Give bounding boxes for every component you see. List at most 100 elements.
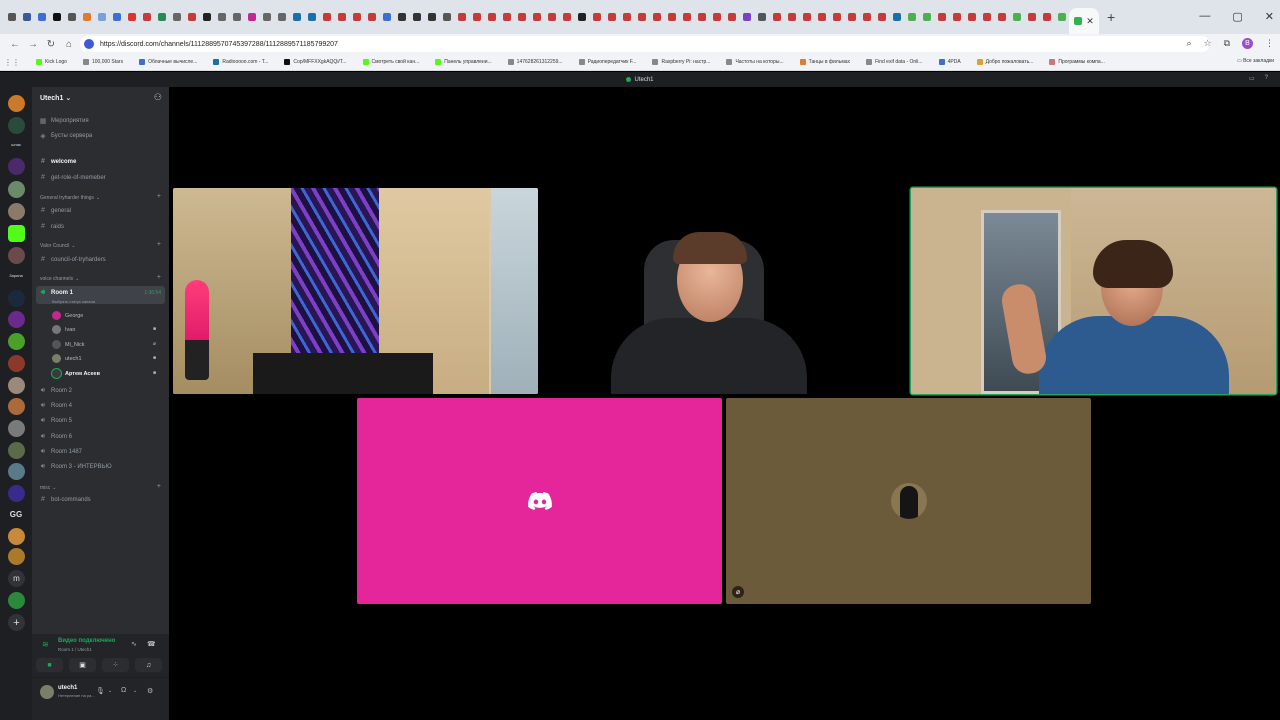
browser-tab[interactable] — [799, 6, 814, 28]
bookmark-item[interactable]: 4PDA — [938, 59, 961, 65]
browser-tab[interactable] — [619, 6, 634, 28]
browser-tab[interactable] — [319, 6, 334, 28]
bookmark-item[interactable]: Программы компа... — [1049, 59, 1105, 65]
browser-tab[interactable] — [394, 6, 409, 28]
channel-room-5[interactable]: 🔊︎ Room 5 — [39, 417, 72, 425]
mic-icon[interactable]: 🎙︎ — [96, 687, 105, 695]
browser-tab-active[interactable]: ✕ — [1069, 8, 1099, 34]
home-icon[interactable]: ⌂ — [60, 39, 78, 50]
participant-tile[interactable] — [357, 398, 722, 604]
server-icon[interactable] — [8, 420, 25, 437]
server-header[interactable]: Utech1 ⌄ ⚇ — [32, 87, 169, 109]
video-tile[interactable] — [559, 188, 924, 394]
channel-council[interactable]: # council-of-tryharders — [39, 256, 106, 263]
browser-tab[interactable] — [274, 6, 289, 28]
create-channel-icon[interactable]: + — [157, 274, 161, 281]
create-channel-icon[interactable]: + — [157, 483, 161, 490]
apps-icon[interactable]: ⋮⋮ — [4, 58, 20, 67]
site-info-icon[interactable] — [84, 39, 94, 49]
extensions-icon[interactable]: ⧉ — [1224, 38, 1230, 49]
channel-general[interactable]: # general — [39, 207, 71, 214]
server-icon[interactable] — [8, 203, 25, 220]
minimize-icon[interactable]: — — [1199, 10, 1210, 23]
browser-tab[interactable] — [79, 6, 94, 28]
voice-user[interactable]: Ivan — [52, 325, 75, 334]
browser-tab[interactable] — [109, 6, 124, 28]
browser-tab[interactable] — [424, 6, 439, 28]
chevron-down-icon[interactable]: ⌄ — [108, 688, 112, 694]
bookmark-item[interactable]: Облачные вычисле... — [139, 59, 197, 65]
browser-tab[interactable] — [694, 6, 709, 28]
browser-tab[interactable] — [169, 6, 184, 28]
server-icon[interactable] — [8, 247, 25, 264]
browser-tab[interactable] — [259, 6, 274, 28]
browser-tab[interactable] — [214, 6, 229, 28]
new-tab-button[interactable]: + — [1107, 9, 1115, 25]
create-channel-icon[interactable]: + — [157, 241, 161, 248]
browser-tab[interactable] — [664, 6, 679, 28]
profile-avatar[interactable]: В — [1242, 38, 1253, 49]
browser-tab[interactable] — [454, 6, 469, 28]
menu-icon[interactable]: ⋮ — [1265, 38, 1274, 49]
server-icon[interactable] — [8, 548, 25, 565]
help-icon[interactable]: ? — [1265, 75, 1268, 82]
voice-user[interactable]: utech1 — [52, 354, 82, 363]
server-icon[interactable] — [8, 528, 25, 545]
bookmark-item[interactable]: Панель управлени... — [435, 59, 492, 65]
browser-tab[interactable] — [364, 6, 379, 28]
bookmark-item[interactable]: 147628261312259... — [507, 59, 563, 65]
browser-tab[interactable] — [739, 6, 754, 28]
browser-tab[interactable] — [754, 6, 769, 28]
address-bar[interactable]: https://discord.com/channels/11128895707… — [80, 36, 1210, 52]
voice-user[interactable]: George — [52, 311, 83, 320]
server-icon[interactable] — [8, 290, 25, 307]
headphones-icon[interactable]: Ω — [121, 687, 126, 694]
gear-icon[interactable]: ⚙ — [147, 687, 153, 695]
channel-status[interactable]: Выбрать статус канала — [52, 299, 95, 304]
server-icon[interactable] — [8, 117, 25, 134]
browser-tab[interactable] — [934, 6, 949, 28]
channel-room-1[interactable]: 🔊︎ Room 1 — [39, 289, 73, 297]
browser-tab[interactable] — [844, 6, 859, 28]
server-icon[interactable] — [8, 333, 25, 350]
video-tile[interactable] — [173, 188, 538, 394]
category-voice[interactable]: voice channels ⌄ — [40, 276, 79, 282]
browser-tab[interactable] — [1009, 6, 1024, 28]
channel-raids[interactable]: # raids — [39, 223, 64, 230]
browser-tab[interactable] — [784, 6, 799, 28]
browser-tab[interactable] — [19, 6, 34, 28]
browser-tab[interactable] — [199, 6, 214, 28]
close-tab-icon[interactable]: ✕ — [1086, 16, 1094, 27]
bookmark-item[interactable]: Kick Logo — [36, 59, 67, 65]
browser-tab[interactable] — [919, 6, 934, 28]
server-icon[interactable] — [8, 225, 25, 242]
browser-tab[interactable] — [559, 6, 574, 28]
browser-tab[interactable] — [469, 6, 484, 28]
browser-tab[interactable] — [589, 6, 604, 28]
browser-tab[interactable] — [1054, 6, 1069, 28]
channel-room-6[interactable]: 🔊︎ Room 6 — [39, 433, 72, 441]
server-folder-icon[interactable]: Зарина — [4, 273, 28, 278]
browser-tab[interactable] — [949, 6, 964, 28]
bookmark-item[interactable]: Сор/MFFXXgkAQQi/T... — [284, 59, 347, 65]
noise-suppression-icon[interactable]: ∿ — [131, 640, 137, 648]
forward-icon[interactable]: → — [24, 39, 42, 50]
bookmark-item[interactable]: Radiooooo.com - T... — [213, 59, 268, 65]
server-icon[interactable]: GG — [4, 510, 28, 519]
chevron-down-icon[interactable]: ⌄ — [133, 688, 137, 694]
zoom-icon[interactable]: ⌕ — [1186, 38, 1191, 49]
maximize-icon[interactable]: ▢ — [1232, 10, 1242, 23]
browser-tab[interactable] — [439, 6, 454, 28]
browser-tab[interactable] — [514, 6, 529, 28]
browser-tab[interactable] — [679, 6, 694, 28]
browser-tab[interactable] — [64, 6, 79, 28]
browser-tab[interactable] — [979, 6, 994, 28]
server-icon[interactable] — [8, 158, 25, 175]
bookmark-star-icon[interactable]: ☆ — [1203, 38, 1211, 49]
bookmark-item[interactable]: 100,000 Stars — [82, 59, 123, 65]
bookmark-item[interactable]: Смотреть свой кан... — [362, 59, 419, 65]
boosts-link[interactable]: ◈ Бусты сервера — [39, 132, 92, 140]
browser-tab[interactable] — [529, 6, 544, 28]
channel-room-4[interactable]: 🔊︎ Room 4 — [39, 402, 72, 410]
back-icon[interactable]: ← — [6, 39, 24, 50]
